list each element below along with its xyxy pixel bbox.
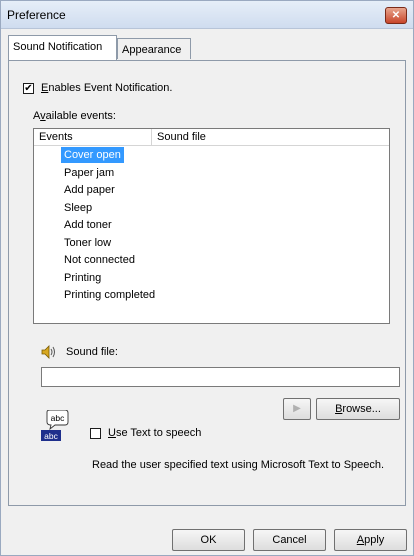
check-mark-icon: ✔ [24, 83, 33, 94]
list-item[interactable]: Cover open [61, 147, 124, 163]
column-label: Sound file [157, 131, 206, 143]
event-name: Sleep [64, 201, 93, 214]
event-name: Add toner [64, 219, 112, 231]
use-text-to-speech-checkbox[interactable] [90, 428, 101, 439]
use-text-to-speech-label[interactable]: Use Text to speech [108, 427, 201, 439]
list-item[interactable]: Printing [61, 270, 104, 286]
column-header-sound-file[interactable]: Sound file [152, 129, 389, 145]
button-label: pply [364, 534, 385, 546]
tts-icon-text: abc [44, 431, 58, 441]
play-icon: ▶ [293, 403, 301, 414]
list-item[interactable]: Toner low [61, 235, 114, 251]
event-name: Cover open [64, 149, 121, 161]
events-list[interactable]: Events Sound file Cover open Paper jam A… [33, 128, 390, 324]
play-button[interactable]: ▶ [283, 398, 311, 420]
title-bar[interactable]: Preference ✕ [1, 1, 413, 29]
speaker-icon [41, 345, 55, 359]
enable-notification-label[interactable]: Enables Event Notification. [41, 82, 172, 94]
window-title: Preference [7, 8, 66, 22]
button-label: rowse... [342, 403, 381, 415]
tab-appearance[interactable]: Appearance [117, 38, 191, 59]
event-name: Toner low [64, 236, 112, 249]
list-item[interactable]: Paper jam [61, 165, 117, 181]
list-item[interactable]: Not connected [61, 252, 138, 268]
accel-char: A [356, 534, 365, 546]
label-text: nables Event Notification. [48, 82, 173, 94]
sound-file-label: Sound file: [66, 346, 118, 358]
event-name: Printing [64, 271, 102, 284]
tab-label: Sound Notification [13, 41, 103, 53]
column-label: Events [39, 131, 73, 143]
column-header-events[interactable]: Events [34, 129, 152, 145]
browse-button[interactable]: Browse... [316, 398, 400, 420]
tab-label: Appearance [122, 44, 182, 56]
tab-sound-notification[interactable]: Sound Notification [8, 35, 117, 60]
list-item[interactable]: Add toner [61, 217, 115, 233]
available-events-label: Available events: [33, 110, 116, 122]
button-label: OK [200, 534, 217, 546]
ok-button[interactable]: OK [172, 529, 245, 551]
button-label: Cancel [272, 534, 307, 546]
tts-description: Read the user specified text using Micro… [92, 459, 385, 471]
list-item[interactable]: Printing completed [61, 287, 158, 303]
apply-button[interactable]: Apply [334, 529, 407, 551]
event-name: Not connected [64, 254, 135, 266]
label-text: se Text to speech [115, 427, 202, 439]
accel-char: U [108, 427, 116, 439]
event-name: Printing completed [64, 289, 156, 301]
events-list-header: Events Sound file [34, 129, 389, 146]
tts-icon-text: abc [51, 413, 65, 423]
cancel-button[interactable]: Cancel [253, 529, 326, 551]
list-item[interactable]: Add paper [61, 182, 118, 198]
label-text: ailable events: [45, 110, 116, 122]
list-item[interactable]: Sleep [61, 200, 95, 216]
preference-dialog: Preference ✕ Sound Notification Appearan… [0, 0, 414, 556]
text-to-speech-icon: abc abc [41, 410, 69, 441]
close-icon: ✕ [391, 10, 401, 21]
close-button[interactable]: ✕ [385, 7, 407, 24]
event-name: Add paper [64, 184, 115, 196]
event-name: Paper jam [64, 166, 115, 179]
enable-notification-checkbox[interactable]: ✔ [23, 83, 34, 94]
sound-file-input[interactable] [41, 367, 400, 387]
